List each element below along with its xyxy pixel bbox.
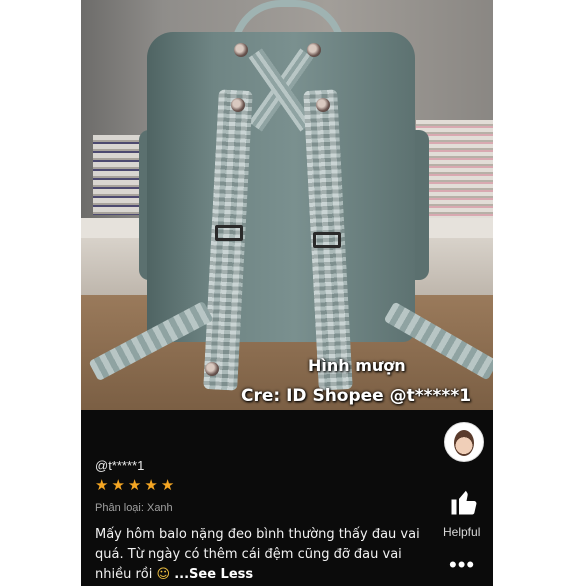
review-body: Mấy hôm balo nặng đeo bình thường thấy đ… xyxy=(95,527,420,582)
star-icon: ★ xyxy=(95,477,109,494)
review-card: Hình mượn Cre: ID Shopee @t*****1 @t****… xyxy=(81,0,493,586)
star-rating: ★ ★ ★ ★ ★ xyxy=(95,478,174,494)
strap-cross xyxy=(251,50,311,130)
more-icon[interactable]: ••• xyxy=(449,552,475,578)
review-photo[interactable]: Hình mượn Cre: ID Shopee @t*****1 xyxy=(81,0,493,410)
strap-buckle-right xyxy=(313,232,341,248)
rivet xyxy=(307,43,321,57)
star-icon: ★ xyxy=(160,477,175,494)
review-section: @t*****1 ★ ★ ★ ★ ★ Phân loại: Xanh Mấy h… xyxy=(81,410,493,586)
review-text: Mấy hôm balo nặng đeo bình thường thấy đ… xyxy=(95,525,435,585)
rivet xyxy=(205,362,219,376)
star-icon: ★ xyxy=(127,477,142,494)
star-icon: ★ xyxy=(111,477,125,494)
rivet xyxy=(316,98,330,112)
helpful-label[interactable]: Helpful xyxy=(443,525,480,539)
smile-emoji-icon: ☺ xyxy=(156,567,171,582)
see-less-link[interactable]: ...See Less xyxy=(174,567,253,582)
product-variant: Phân loại: Xanh xyxy=(95,502,173,514)
photo-caption-credit: Cre: ID Shopee @t*****1 xyxy=(241,386,472,406)
thumbs-up-icon[interactable] xyxy=(449,487,479,517)
reviewer-username[interactable]: @t*****1 xyxy=(95,458,144,473)
strap-buckle-left xyxy=(215,225,243,241)
rivet xyxy=(234,43,248,57)
avatar[interactable] xyxy=(444,422,484,462)
rivet xyxy=(231,98,245,112)
avatar-face xyxy=(454,430,474,456)
star-icon: ★ xyxy=(144,477,158,494)
photo-caption-title: Hình mượn xyxy=(308,356,406,375)
